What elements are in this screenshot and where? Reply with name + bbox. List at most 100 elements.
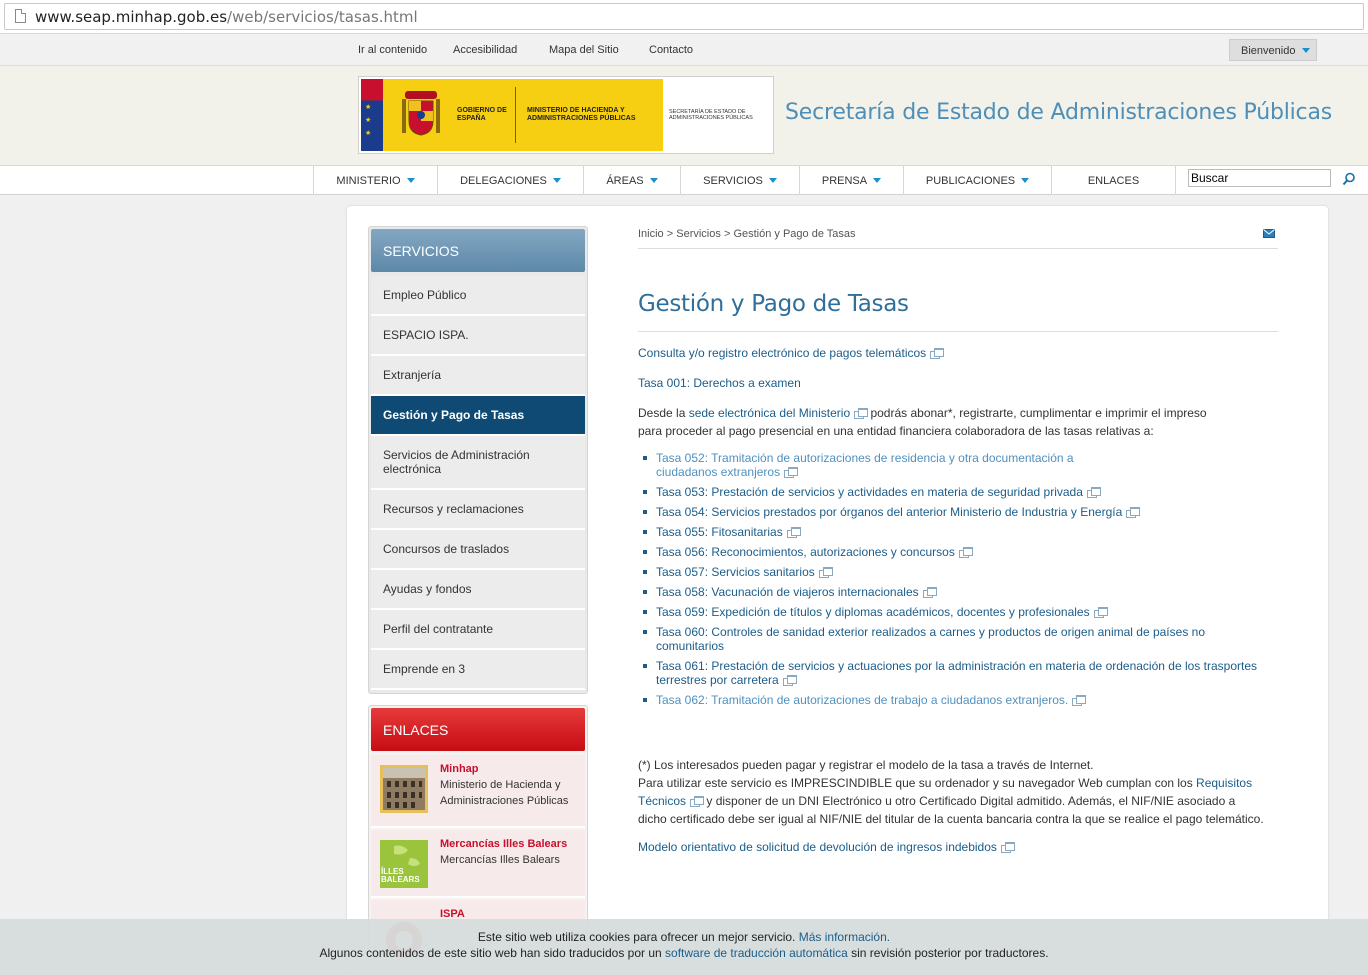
nav-prensa[interactable]: PRENSA: [799, 166, 903, 195]
note-text: dicho certificado debe ser igual al NIF/…: [638, 812, 1264, 826]
tasa-label: Tasa 058: Vacunación de viajeros interna…: [656, 585, 919, 599]
breadcrumb-servicios[interactable]: Servicios: [676, 228, 721, 240]
cookie-text: Algunos contenidos de este sitio web han…: [319, 946, 666, 960]
sidebar-item-empleo-publico[interactable]: Empleo Público: [371, 276, 585, 316]
caret-down-icon: [406, 178, 415, 183]
link-minhap[interactable]: Minhap Ministerio de Hacienda y Administ…: [371, 755, 585, 828]
external-window-icon: [854, 408, 869, 419]
tasas-list: Tasa 052: Tramitación de autorizaciones …: [642, 451, 1282, 713]
mail-icon[interactable]: [1263, 229, 1275, 238]
note-text: (*) Los interesados pueden pagar y regis…: [638, 758, 1094, 772]
requisitos-link[interactable]: Requisitos: [1196, 776, 1252, 790]
accessibility-link[interactable]: Accesibilidad: [453, 44, 517, 56]
coat-of-arms-icon: [402, 91, 440, 136]
tasa-label: Tasa 054: Servicios prestados por órgano…: [656, 505, 1123, 519]
page-title: Gestión y Pago de Tasas: [638, 291, 909, 317]
tasa-053-link[interactable]: Tasa 053: Prestación de servicios y acti…: [642, 485, 1282, 499]
external-window-icon: [690, 796, 705, 807]
tasa-055-link[interactable]: Tasa 055: Fitosanitarias: [642, 525, 1282, 539]
external-window-icon: [786, 527, 801, 538]
sidebar-item-ayudas[interactable]: Ayudas y fondos: [371, 570, 585, 610]
sidebar-item-concursos[interactable]: Concursos de traslados: [371, 530, 585, 570]
sitemap-link[interactable]: Mapa del Sitio: [549, 44, 619, 56]
cookie-text: sin revisión posterior por traductores.: [847, 946, 1049, 960]
link-mercancias-illes-balears[interactable]: ÍLLES BALEARS Mercancías Illes Balears M…: [371, 830, 585, 898]
tasa-label: Tasa 055: Fitosanitarias: [656, 525, 783, 539]
cookie-more-info-link[interactable]: Más información.: [799, 930, 890, 944]
external-window-icon: [784, 467, 799, 478]
sidebar-title: SERVICIOS: [371, 229, 585, 272]
breadcrumb-inicio[interactable]: Inicio: [638, 228, 664, 240]
nav-servicios[interactable]: SERVICIOS: [680, 166, 799, 195]
tasa-052-link[interactable]: Tasa 052: Tramitación de autorizaciones …: [642, 451, 1082, 479]
tasa-062-link[interactable]: Tasa 062: Tramitación de autorizaciones …: [642, 693, 1282, 707]
modelo-devolucion-link[interactable]: Modelo orientativo de solicitud de devol…: [638, 840, 997, 854]
tasa-label: Tasa 062: Tramitación de autorizaciones …: [656, 693, 1069, 707]
tasa-054-link[interactable]: Tasa 054: Servicios prestados por órgano…: [642, 505, 1282, 519]
contact-link[interactable]: Contacto: [649, 44, 693, 56]
tasa-label: Tasa 053: Prestación de servicios y acti…: [656, 485, 1083, 499]
welcome-label: Bienvenido: [1241, 45, 1296, 57]
cookie-text: Este sitio web utiliza cookies para ofre…: [477, 930, 799, 944]
sidebar-item-recursos[interactable]: Recursos y reclamaciones: [371, 490, 585, 530]
consulta-link-line: Consulta y/o registro electrónico de pag…: [638, 344, 945, 362]
intro-paragraph: Desde la sede electrónica del Ministerio…: [638, 404, 1238, 440]
external-window-icon: [1126, 507, 1141, 518]
tasa-label: Tasa 057: Servicios sanitarios: [656, 565, 815, 579]
tasa-label: Tasa 052: Tramitación de autorizaciones …: [656, 451, 1074, 479]
tecnicos-link[interactable]: Técnicos: [638, 794, 686, 808]
sidebar-item-perfil-contratante[interactable]: Perfil del contratante: [371, 610, 585, 650]
consulta-pagos-link[interactable]: Consulta y/o registro electrónico de pag…: [638, 346, 926, 360]
tasa-057-link[interactable]: Tasa 057: Servicios sanitarios: [642, 565, 1282, 579]
tasa-056-link[interactable]: Tasa 056: Reconocimientos, autorizacione…: [642, 545, 1282, 559]
sidebar-item-extranjeria[interactable]: Extranjería: [371, 356, 585, 396]
intro-text: Desde la: [638, 406, 689, 420]
note-text: y disponer de un DNI Electrónico u otro …: [703, 794, 1236, 808]
tasa-label: Tasa 060: Controles de sanidad exterior …: [656, 625, 1205, 653]
tasa-060-link[interactable]: Tasa 060: Controles de sanidad exterior …: [642, 625, 1232, 653]
intro-text: podrás abonar*, registrarte, cumplimenta…: [867, 406, 1207, 420]
notes-paragraph: (*) Los interesados pueden pagar y regis…: [638, 756, 1283, 828]
nav-publicaciones[interactable]: PUBLICACIONES: [903, 166, 1051, 195]
skip-to-content-link[interactable]: Ir al contenido: [358, 44, 427, 56]
nav-ministerio[interactable]: MINISTERIO: [313, 166, 437, 195]
tasa-059-link[interactable]: Tasa 059: Expedición de títulos y diplom…: [642, 605, 1282, 619]
nav-label: MINISTERIO: [336, 175, 401, 187]
nav-label: ENLACES: [1087, 175, 1140, 187]
nav-label: DELEGACIONES: [460, 175, 547, 187]
sidebar-item-espacio-ispa[interactable]: ESPACIO ISPA.: [371, 316, 585, 356]
nav-enlaces[interactable]: ENLACES: [1051, 166, 1176, 195]
tasa-label: Tasa 059: Expedición de títulos y diplom…: [656, 605, 1090, 619]
caret-down-icon: [1021, 178, 1030, 183]
link-title: Mercancías Illes Balears: [440, 838, 568, 850]
external-window-icon: [782, 675, 797, 686]
caret-down-icon: [873, 178, 882, 183]
sidebar-item-gestion-tasas[interactable]: Gestión y Pago de Tasas: [371, 396, 585, 436]
search-input[interactable]: [1188, 169, 1331, 187]
welcome-dropdown[interactable]: Bienvenido: [1229, 39, 1317, 61]
minhap-building-thumbnail: [380, 765, 428, 813]
url-path: /web/servicios/tasas.html: [227, 8, 418, 26]
sidebar-item-emprende[interactable]: Emprende en 3: [371, 650, 585, 690]
link-description: Ministerio de Hacienda y Administracione…: [440, 779, 569, 807]
logo-secretaria-text: SECRETARÍA DE ESTADO DE ADMINISTRACIONES…: [669, 109, 753, 121]
external-window-icon: [1072, 695, 1087, 706]
external-window-icon: [1000, 842, 1015, 853]
search-icon[interactable]: [1342, 172, 1356, 186]
divider: [638, 331, 1278, 332]
breadcrumb-separator: >: [666, 228, 674, 240]
illes-balears-thumb-text: ÍLLES BALEARS: [381, 867, 420, 884]
government-logo[interactable]: ★ ★ ★ GOBIERNO DE ESPAÑA MINISTERIO DE HAC…: [358, 76, 774, 154]
url-text: www.seap.minhap.gob.es/web/servicios/tas…: [35, 8, 418, 26]
tasa-001-link[interactable]: Tasa 001: Derechos a examen: [638, 376, 801, 390]
url-field[interactable]: www.seap.minhap.gob.es/web/servicios/tas…: [4, 3, 1364, 30]
nav-label: PUBLICACIONES: [925, 175, 1016, 187]
nav-delegaciones[interactable]: DELEGACIONES: [437, 166, 583, 195]
external-window-icon: [818, 567, 833, 578]
tasa-061-link[interactable]: Tasa 061: Prestación de servicios y actu…: [642, 659, 1282, 687]
translation-software-link[interactable]: software de traducción automática: [665, 946, 848, 960]
sede-electronica-link[interactable]: sede electrónica del Ministerio: [689, 406, 850, 420]
sidebar-item-admin-electronica[interactable]: Servicios de Administración electrónica: [371, 436, 585, 490]
tasa-058-link[interactable]: Tasa 058: Vacunación de viajeros interna…: [642, 585, 1282, 599]
nav-areas[interactable]: ÁREAS: [583, 166, 680, 195]
